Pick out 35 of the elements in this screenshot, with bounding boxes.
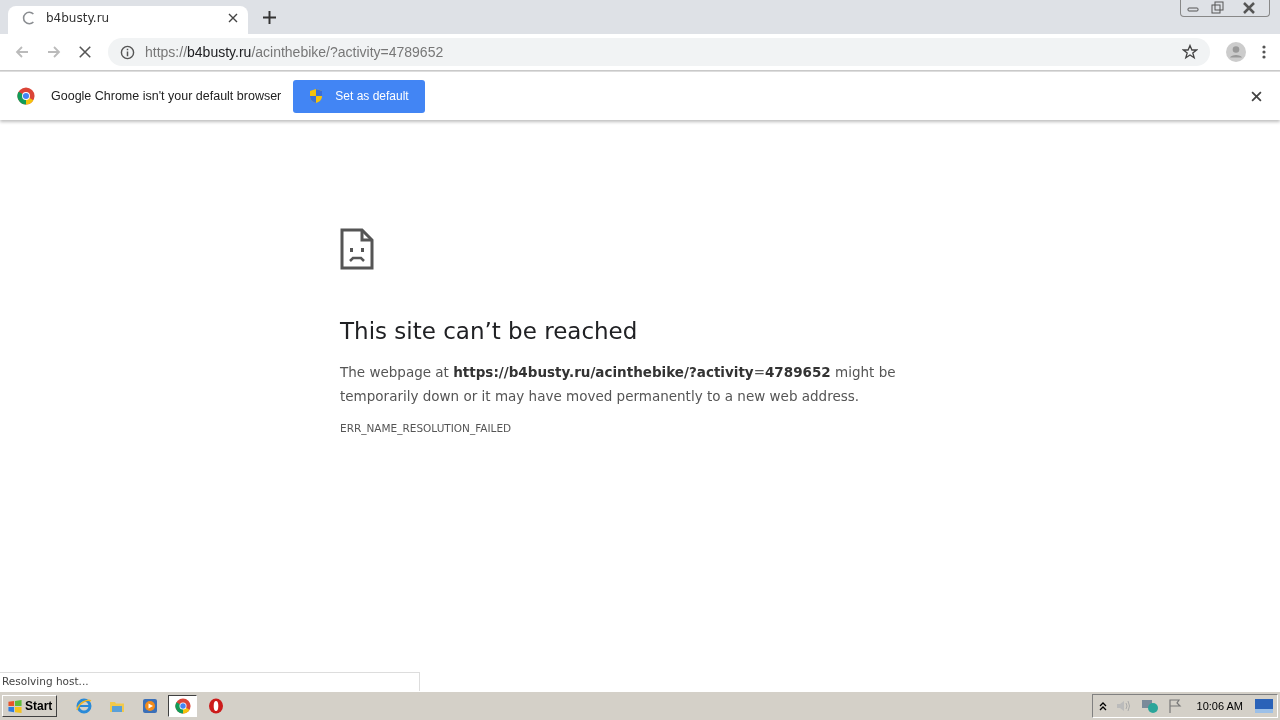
tab-title: b4busty.ru (46, 11, 111, 25)
close-icon[interactable] (1251, 90, 1262, 102)
opera-icon (207, 698, 224, 714)
menu-icon[interactable] (1262, 44, 1266, 60)
shield-icon (309, 88, 324, 104)
url-text: https://b4busty.ru/acinthebike/?activity=4789652 (145, 44, 444, 60)
error-code: ERR_NAME_RESOLUTION_FAILED (340, 422, 513, 434)
error-message: The webpage at https://b4busty.ru/acinthebike/?activity=4789652 might be temporarily down or it may have moved permanently to a new web address. (340, 363, 897, 406)
avatar-icon[interactable] (1226, 42, 1246, 62)
chevron-up-icon[interactable] (1098, 701, 1107, 711)
close-icon[interactable] (228, 13, 238, 23)
ie-icon (75, 698, 92, 714)
new-tab-icon[interactable] (263, 11, 276, 24)
taskbar-app[interactable] (168, 695, 198, 717)
set-as-default-button[interactable]: Set as default (293, 79, 425, 113)
windows-logo-icon (7, 698, 23, 714)
start-button[interactable]: Start (2, 695, 58, 717)
sad-page-icon (340, 228, 374, 270)
flag-icon[interactable] (1166, 698, 1183, 714)
media-player-icon (141, 698, 158, 714)
network-icon[interactable] (1140, 698, 1159, 714)
address-bar[interactable]: https://b4busty.ru/acinthebike/?activity=4789652 (108, 38, 1210, 66)
clock: 10:06 AM (1196, 700, 1243, 712)
default-browser-message: Google Chrome isn't your default browser (51, 89, 282, 103)
status-bubble: Resolving host... (0, 672, 420, 691)
browser-tab[interactable]: b4busty.ru (8, 6, 248, 34)
forward-icon[interactable] (46, 44, 62, 60)
bookmark-star-icon[interactable] (1182, 44, 1198, 60)
chrome-icon (174, 698, 191, 714)
stop-icon[interactable] (78, 45, 92, 59)
chrome-logo-icon (17, 87, 35, 105)
error-title: This site can’t be reached (340, 318, 639, 344)
info-icon[interactable] (120, 44, 135, 60)
show-desktop-icon[interactable] (1255, 699, 1273, 713)
back-icon[interactable] (14, 44, 30, 60)
